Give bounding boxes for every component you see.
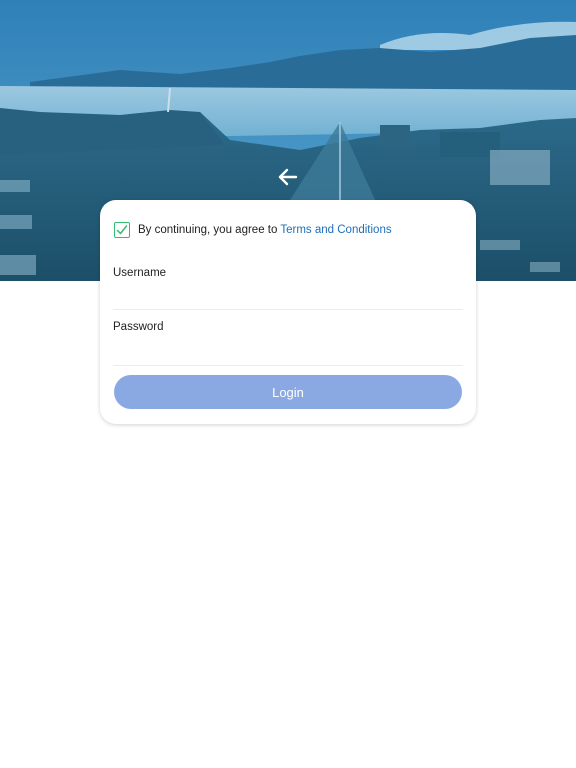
- checkmark-icon: [116, 225, 128, 235]
- terms-row: By continuing, you agree to Terms and Co…: [114, 220, 392, 240]
- login-card: By continuing, you agree to Terms and Co…: [100, 200, 476, 424]
- arrow-left-icon: [278, 168, 298, 186]
- password-label: Password: [113, 321, 164, 333]
- terms-link[interactable]: Terms and Conditions: [280, 224, 391, 236]
- terms-text: By continuing, you agree to: [138, 224, 278, 236]
- back-button[interactable]: [274, 163, 302, 191]
- password-input[interactable]: [113, 341, 463, 366]
- username-label: Username: [113, 267, 167, 279]
- username-input[interactable]: [113, 285, 463, 310]
- terms-checkbox[interactable]: [114, 222, 130, 238]
- login-button[interactable]: Login: [114, 375, 462, 409]
